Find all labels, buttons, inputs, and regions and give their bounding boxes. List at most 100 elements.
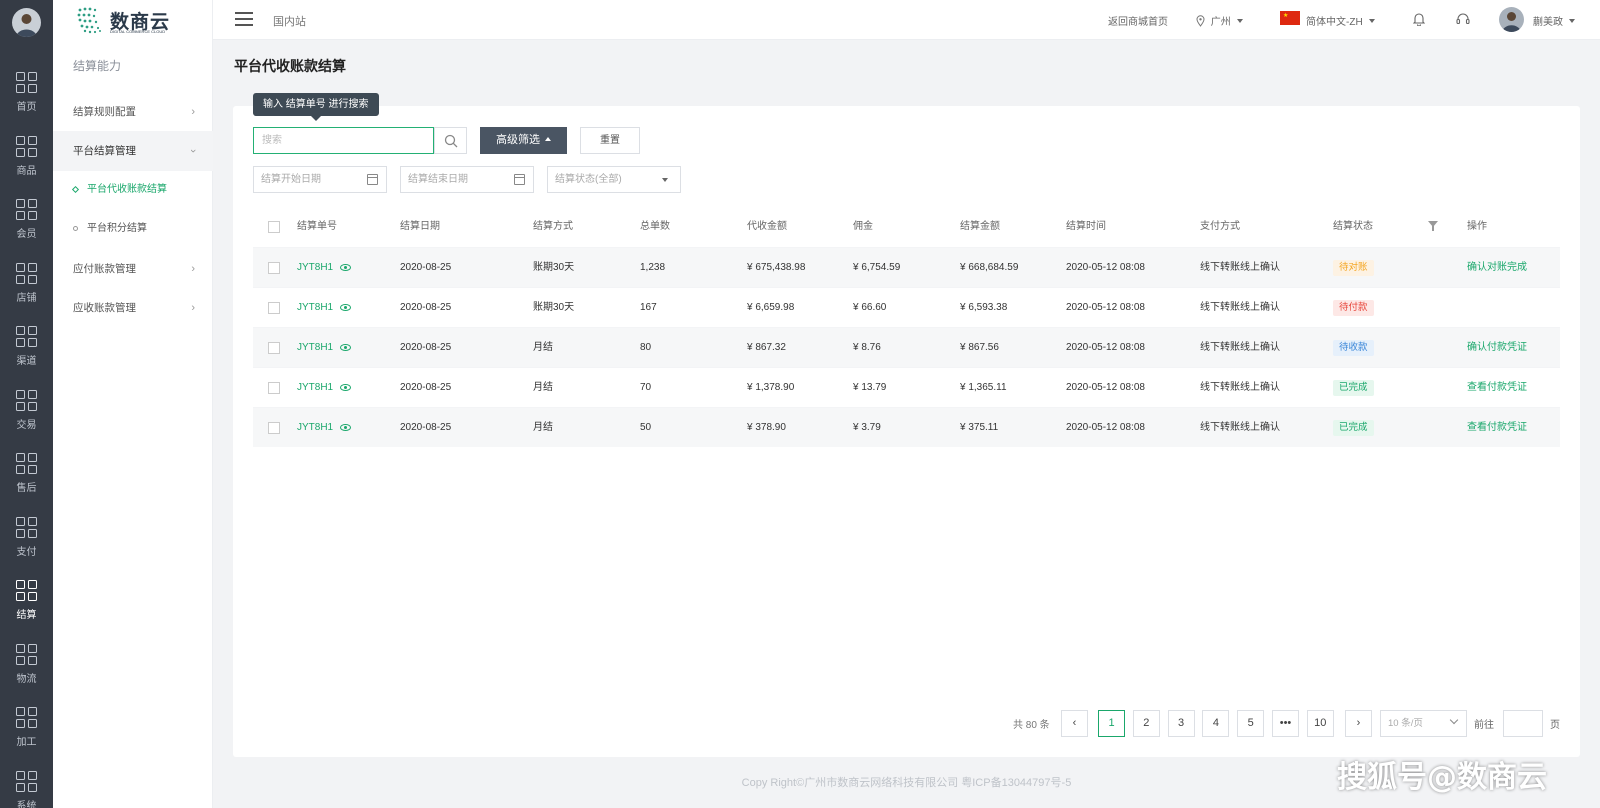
submenu-item-points-settlement[interactable]: 平台积分结算 bbox=[53, 209, 213, 249]
start-date-picker[interactable]: 结算开始日期 bbox=[253, 166, 387, 193]
rail-item-label: 支付 bbox=[16, 546, 37, 558]
row-checkbox[interactable] bbox=[268, 302, 280, 314]
row-action-link[interactable]: 查看付款凭证 bbox=[1467, 408, 1527, 448]
advanced-filter-button[interactable]: 高级筛选 bbox=[480, 127, 567, 154]
status-cell: 待对账 bbox=[1333, 248, 1374, 288]
select-all-checkbox[interactable] bbox=[268, 221, 280, 233]
system-grid-icon bbox=[16, 770, 37, 792]
watermark-text: 搜狐号@数商云 bbox=[1337, 760, 1547, 795]
column-header: 操作 bbox=[1467, 221, 1487, 232]
end-date-picker[interactable]: 结算结束日期 bbox=[400, 166, 534, 193]
page-button[interactable]: 1 bbox=[1098, 710, 1125, 737]
order-number-link[interactable]: JYT8H1 bbox=[297, 368, 333, 408]
user-menu[interactable]: 蒯美政 bbox=[1533, 13, 1575, 28]
rail-item[interactable]: 交易 bbox=[0, 380, 53, 436]
goods-grid-icon bbox=[16, 135, 37, 157]
row-action-link[interactable]: 查看付款凭证 bbox=[1467, 368, 1527, 408]
status-select[interactable]: 结算状态(全部) bbox=[547, 166, 681, 193]
top-bar: 国内站 返回商城首页 广州 ★ 简体中文-ZH 蒯美政 bbox=[213, 0, 1600, 40]
page-size-select[interactable]: 10 条/页 bbox=[1380, 710, 1467, 737]
more-pages-icon[interactable]: ••• bbox=[1272, 710, 1299, 737]
row-action-link[interactable]: 确认付款凭证 bbox=[1467, 328, 1527, 368]
channel-grid-icon bbox=[16, 326, 37, 347]
rail-item[interactable]: 店铺 bbox=[0, 253, 53, 309]
cell-time: 2020-05-12 08:08 bbox=[1066, 262, 1145, 273]
cell-collected: ¥ 378.90 bbox=[747, 422, 786, 433]
page-button[interactable]: 10 bbox=[1306, 710, 1334, 737]
submenu-item-collection-settlement[interactable]: 平台代收账款结算 bbox=[53, 170, 213, 210]
prev-page-button[interactable]: ‹ bbox=[1061, 710, 1088, 737]
row-action-link[interactable]: 确认对账完成 bbox=[1467, 248, 1527, 288]
calendar-icon bbox=[367, 174, 378, 185]
cell-method: 月结 bbox=[533, 342, 553, 353]
bell-icon[interactable] bbox=[1413, 12, 1425, 26]
eye-icon[interactable] bbox=[340, 384, 351, 391]
cell-settle: ¥ 375.11 bbox=[960, 422, 999, 433]
column-header: 支付方式 bbox=[1200, 221, 1240, 232]
row-checkbox[interactable] bbox=[268, 422, 280, 434]
menu-item-payables[interactable]: 应付账款管理 › bbox=[53, 249, 213, 289]
location-selector[interactable]: 广州 bbox=[1196, 13, 1243, 28]
row-checkbox[interactable] bbox=[268, 382, 280, 394]
search-icon bbox=[444, 134, 458, 148]
language-selector[interactable]: 简体中文-ZH bbox=[1306, 13, 1375, 28]
settlement-table: 结算单号 结算日期 结算方式 总单数 代收金额 佣金 结算金额 结算时间 支付方… bbox=[253, 207, 1560, 447]
rail-item-label: 会员 bbox=[16, 229, 37, 240]
avatar[interactable] bbox=[12, 8, 41, 37]
menu-item-receivables[interactable]: 应收账款管理 › bbox=[53, 288, 213, 328]
status-cell: 已完成 bbox=[1333, 408, 1374, 448]
chevron-right-icon: › bbox=[191, 106, 195, 118]
headset-icon[interactable] bbox=[1456, 12, 1470, 26]
trade-grid-icon bbox=[16, 389, 37, 411]
home-grid-icon bbox=[16, 72, 37, 93]
filter-funnel-icon[interactable] bbox=[1428, 221, 1438, 231]
order-number-link[interactable]: JYT8H1 bbox=[297, 288, 333, 328]
rail-item[interactable]: 加工 bbox=[0, 697, 53, 753]
order-number-link[interactable]: JYT8H1 bbox=[297, 408, 333, 448]
back-home-link[interactable]: 返回商城首页 bbox=[1108, 13, 1168, 28]
rail-item-label: 首页 bbox=[16, 102, 37, 113]
logistics-grid-icon bbox=[16, 643, 37, 665]
eye-icon[interactable] bbox=[340, 304, 351, 311]
row-checkbox[interactable] bbox=[268, 262, 280, 274]
pay-grid-icon bbox=[16, 516, 37, 538]
page-button[interactable]: 5 bbox=[1237, 710, 1265, 737]
cell-collected: ¥ 1,378.90 bbox=[747, 382, 795, 393]
rail-item[interactable]: 渠道 bbox=[0, 316, 53, 372]
order-number-link[interactable]: JYT8H1 bbox=[297, 328, 333, 368]
page-button[interactable]: 3 bbox=[1167, 710, 1195, 737]
search-button[interactable] bbox=[434, 127, 467, 154]
user-avatar[interactable] bbox=[1499, 7, 1524, 32]
eye-icon[interactable] bbox=[340, 264, 351, 271]
column-header: 结算方式 bbox=[533, 221, 573, 232]
menu-item-settlement-rules[interactable]: 结算规则配置 › bbox=[53, 92, 213, 132]
cell-date: 2020-08-25 bbox=[400, 262, 452, 273]
rail-item[interactable]: 会员 bbox=[0, 189, 53, 245]
cell-pay: 线下转账线上确认 bbox=[1200, 422, 1280, 433]
order-number-link[interactable]: JYT8H1 bbox=[297, 248, 333, 288]
rail-item[interactable]: 结算 bbox=[0, 570, 53, 626]
goto-page-input[interactable] bbox=[1503, 710, 1543, 737]
rail-item[interactable]: 支付 bbox=[0, 507, 53, 563]
reset-button[interactable]: 重置 bbox=[580, 127, 640, 154]
search-input[interactable] bbox=[253, 127, 434, 154]
page-button[interactable]: 2 bbox=[1132, 710, 1160, 737]
rail-item[interactable]: 商品 bbox=[0, 126, 53, 182]
eye-icon[interactable] bbox=[340, 344, 351, 351]
menu-item-label: 结算规则配置 bbox=[73, 106, 136, 118]
cell-commission: ¥ 66.60 bbox=[853, 302, 887, 313]
goto-unit: 页 bbox=[1550, 720, 1560, 731]
row-checkbox[interactable] bbox=[268, 342, 280, 354]
rail-item[interactable]: 物流 bbox=[0, 634, 53, 690]
rail-item[interactable]: 售后 bbox=[0, 443, 53, 499]
page-button[interactable]: 4 bbox=[1202, 710, 1230, 737]
eye-icon[interactable] bbox=[340, 424, 351, 431]
menu-item-platform-settlement[interactable]: 平台结算管理 › bbox=[53, 131, 213, 171]
rail-item-label: 加工 bbox=[16, 737, 37, 748]
cell-count: 70 bbox=[640, 382, 652, 393]
end-date-placeholder: 结算结束日期 bbox=[408, 174, 468, 185]
rail-item[interactable]: 系统 bbox=[0, 761, 53, 808]
next-page-button[interactable]: › bbox=[1345, 710, 1372, 737]
hamburger-menu-icon[interactable] bbox=[235, 12, 253, 27]
rail-item[interactable]: 首页 bbox=[0, 62, 53, 118]
